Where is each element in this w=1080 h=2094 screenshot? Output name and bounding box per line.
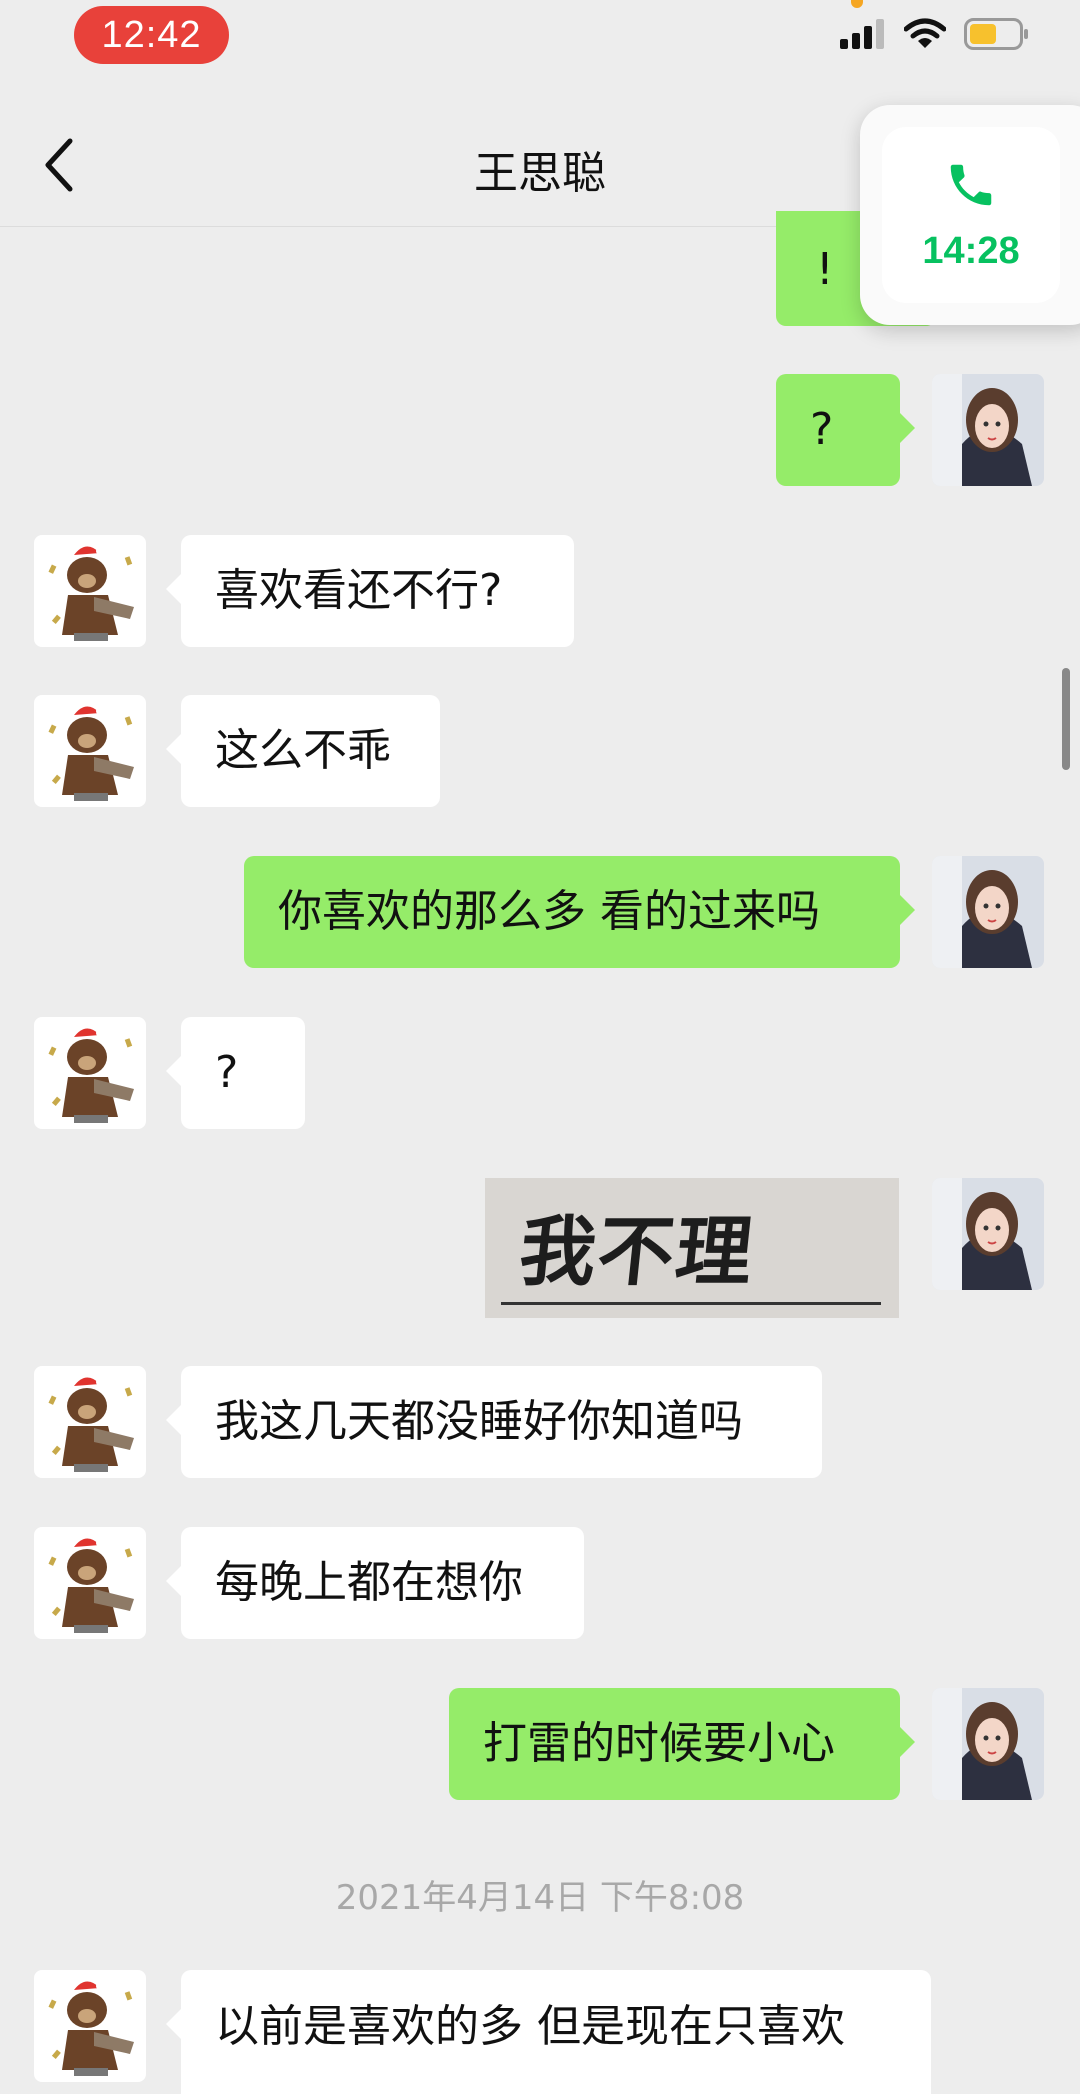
contact-avatar[interactable] xyxy=(34,535,146,647)
contact-avatar[interactable] xyxy=(34,1366,146,1478)
message-bubble-in[interactable]: 以前是喜欢的多 但是现在只喜欢 xyxy=(166,1970,931,2094)
message-bubble-in[interactable]: ? xyxy=(166,1017,305,1129)
sticker-image[interactable]: 我不理解。 xyxy=(485,1178,899,1318)
message-bubble-out[interactable]: 你喜欢的那么多 看的过来吗 xyxy=(244,856,915,968)
message-timestamp: 2021年4月14日 下午8:08 xyxy=(335,1878,745,1918)
call-widget-card[interactable]: 14:28 xyxy=(882,127,1060,303)
message-bubble-in[interactable]: 喜欢看还不行? xyxy=(166,535,574,647)
status-time: 12:42 xyxy=(74,6,229,64)
contact-avatar[interactable] xyxy=(34,1970,146,2082)
sticker-handwritten-text: 我不理解。 xyxy=(504,1207,759,1318)
contact-avatar[interactable] xyxy=(34,1527,146,1639)
message-text: ? xyxy=(810,404,834,455)
message-text: 打雷的时候要小心 xyxy=(483,1718,835,1769)
sticker-underline xyxy=(501,1302,881,1305)
message-text: 这么不乖 xyxy=(215,725,391,776)
my-avatar[interactable] xyxy=(932,1688,1044,1800)
contact-avatar[interactable] xyxy=(34,695,146,807)
message-text: 每晚上都在想你 xyxy=(215,1557,523,1608)
my-avatar[interactable] xyxy=(932,856,1044,968)
privacy-indicator xyxy=(851,0,863,8)
status-bar: 12:42 xyxy=(0,0,1080,75)
battery-icon xyxy=(964,18,1030,54)
call-duration: 14:28 xyxy=(922,229,1020,272)
message-bubble-out[interactable]: 打雷的时候要小心 xyxy=(449,1688,915,1800)
message-bubble-in[interactable]: 这么不乖 xyxy=(166,695,440,807)
status-icons xyxy=(840,18,1030,54)
message-text: 喜欢看还不行? xyxy=(215,565,503,616)
scrollbar[interactable] xyxy=(1062,668,1070,770)
message-text: ! xyxy=(816,244,834,295)
floating-call-window[interactable]: 14:28 xyxy=(860,105,1080,325)
message-bubble-out[interactable]: ? xyxy=(776,374,915,486)
signal-icon xyxy=(840,19,886,53)
message-bubble-in[interactable]: 我这几天都没睡好你知道吗 xyxy=(166,1366,822,1478)
my-avatar[interactable] xyxy=(932,374,1044,486)
contact-avatar[interactable] xyxy=(34,1017,146,1129)
message-text: 以前是喜欢的多 但是现在只喜欢 xyxy=(215,2001,845,2052)
message-text: ? xyxy=(215,1047,239,1098)
wifi-icon xyxy=(903,18,947,54)
phone-icon xyxy=(944,158,998,216)
my-avatar[interactable] xyxy=(932,1178,1044,1290)
message-bubble-in[interactable]: 每晚上都在想你 xyxy=(166,1527,584,1639)
message-text: 我这几天都没睡好你知道吗 xyxy=(215,1396,743,1447)
message-text: 你喜欢的那么多 看的过来吗 xyxy=(278,886,820,937)
